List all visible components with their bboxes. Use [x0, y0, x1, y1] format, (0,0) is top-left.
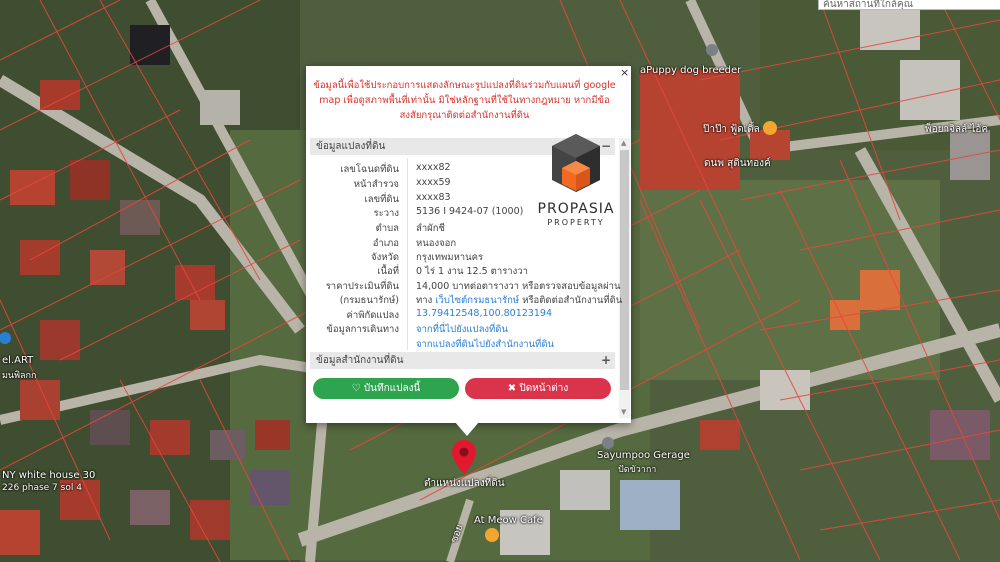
- popup-tail: [455, 422, 479, 436]
- place-marker-icon[interactable]: [706, 44, 718, 56]
- close-window-label: ปิดหน้าต่าง: [519, 383, 569, 394]
- label-survey-page: หน้าสำรวจ: [353, 179, 399, 190]
- close-icon: ✖: [507, 383, 517, 394]
- treasury-website-link[interactable]: เว็บไซต์กรมธนารักษ์: [435, 295, 519, 306]
- disclaimer-notice: ข้อมูลนี้เพื่อใช้ประกอบการแสดงลักษณะรูปแ…: [313, 80, 616, 121]
- label-deed-number: เลขโฉนดที่ดิน: [340, 164, 399, 175]
- label-subdistrict: ตำบล: [375, 223, 399, 234]
- heart-icon: ♡: [351, 383, 361, 394]
- directions-to-office-link[interactable]: จากแปลงที่ดินไปยังสำนักงานที่ดิน: [416, 337, 554, 352]
- close-window-button[interactable]: ✖ ปิดหน้าต่าง: [465, 378, 611, 399]
- appraisal-prefix: ทาง: [416, 295, 433, 306]
- cafe-marker-icon[interactable]: [485, 528, 499, 542]
- map-label-papa-fun[interactable]: ป๊าป๊า ฟู้ดเดิ้ล: [703, 122, 760, 137]
- label-district: อำเภอ: [372, 238, 399, 249]
- label-coordinates: ค่าพิกัดแปลง: [346, 310, 400, 321]
- value-subdistrict: ลำผักชี: [416, 223, 445, 234]
- map-label-white-house[interactable]: NY white house 30: [2, 470, 95, 481]
- section-office-title: ข้อมูลสำนักงานที่ดิน: [316, 355, 404, 366]
- map-label-right-top[interactable]: พ็อยาจิลล์ ไอ้ค: [925, 122, 988, 137]
- map-label-art-sub: มนพิลกก: [2, 371, 37, 381]
- save-parcel-button[interactable]: ♡ บันทึกแปลงนี้: [313, 378, 459, 399]
- value-survey-page: xxxx59: [416, 177, 451, 188]
- value-appraisal-contact: ทาง เว็บไซต์กรมธนารักษ์ หรือติดต่อสำนักง…: [416, 293, 622, 308]
- value-appraisal-price: 14,000 บาทต่อตารางวา หรือตรวจสอบข้อมูลผ่…: [416, 281, 621, 292]
- label-appraisal-price: ราคาประเมินที่ดิน: [325, 281, 399, 292]
- map-label-puppy-breeder[interactable]: aPuppy dog breeder: [640, 65, 741, 76]
- label-travel-info: ข้อมูลการเดินทาง: [326, 324, 399, 335]
- map-label-shop[interactable]: ดนพ สุดินทองค์: [704, 156, 771, 171]
- value-province: กรุงเทพมหานคร: [416, 252, 484, 263]
- label-appraisal-source: (กรมธนารักษ์): [339, 295, 399, 306]
- label-land-number: เลขที่ดิน: [364, 194, 400, 205]
- cafe-marker-icon[interactable]: [763, 121, 777, 135]
- map-label-cafe[interactable]: At Meow Cafe: [474, 515, 543, 526]
- column-divider: [407, 158, 408, 350]
- value-area: 0 ไร่ 1 งาน 12.5 ตารางวา: [416, 266, 528, 277]
- map-label-art[interactable]: el.ART: [2, 355, 33, 366]
- map-label-white-house-sub: 226 phase 7 sol 4: [2, 483, 82, 493]
- section-land-office[interactable]: ข้อมูลสำนักงานที่ดิน +: [310, 352, 615, 369]
- logo-subtitle: PROPERTY: [547, 218, 605, 227]
- section-parcel-title: ข้อมูลแปลงที่ดิน: [316, 141, 386, 152]
- value-land-number: xxxx83: [416, 192, 451, 203]
- label-province: จังหวัด: [371, 252, 399, 263]
- value-map-sheet: 5136 I 9424-07 (1000): [416, 206, 524, 217]
- expand-icon[interactable]: +: [601, 352, 611, 369]
- logo-name: PROPASIA: [537, 201, 615, 217]
- map-label-garage[interactable]: Sayumpoo Gerage: [597, 450, 690, 461]
- value-district: หนองจอก: [416, 238, 457, 249]
- directions-to-parcel-link[interactable]: จากที่นี่ไปยังแปลงที่ดิน: [416, 322, 508, 337]
- map-search-input[interactable]: ค้นหาสถานที่ใกล้คุณ: [818, 0, 1000, 10]
- save-parcel-label: บันทึกแปลงนี้: [363, 383, 421, 394]
- label-area: เนื้อที่: [377, 266, 399, 277]
- value-deed-number: xxxx82: [416, 162, 451, 173]
- label-map-sheet: ระวาง: [373, 208, 399, 219]
- map-pin-icon[interactable]: [452, 440, 476, 474]
- parcel-location-label: ตำแหน่งแปลงที่ดิน: [424, 478, 505, 489]
- appraisal-suffix: หรือติดต่อสำนักงานที่ดิน: [522, 295, 623, 306]
- garage-marker-icon[interactable]: [602, 437, 614, 449]
- coordinates-link[interactable]: 13.79412548,100.80123194: [416, 308, 552, 319]
- close-icon[interactable]: ×: [620, 66, 629, 79]
- scroll-down-icon[interactable]: ▼: [621, 408, 626, 416]
- map-label-garage-sub: ปัดขัวากา: [618, 465, 657, 475]
